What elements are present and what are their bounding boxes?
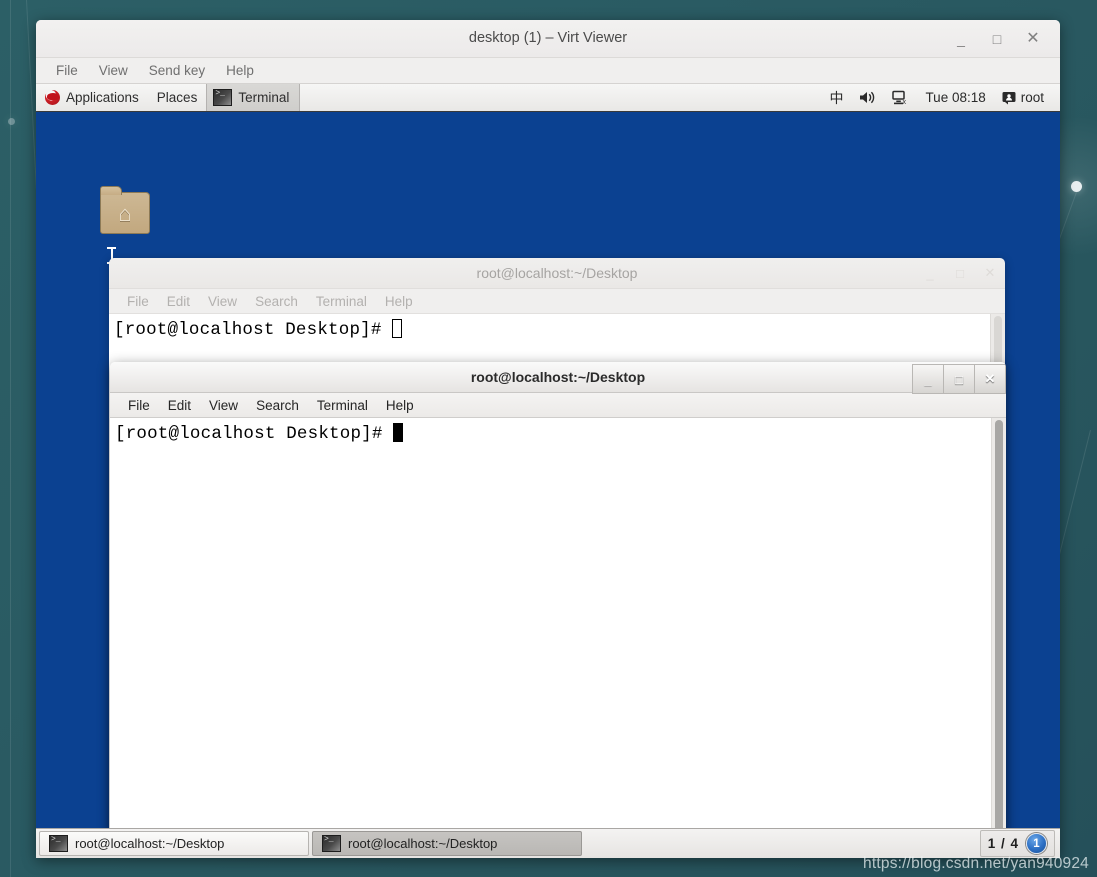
close-icon[interactable]: ✕ [975,258,1005,288]
taskbar-button-terminal-2[interactable]: root@localhost:~/Desktop [312,831,582,856]
svg-text:x: x [903,99,907,105]
taskbar-button-terminal-1[interactable]: root@localhost:~/Desktop [39,831,309,856]
desktop-icon-home-folder[interactable]: ⌂ [93,186,157,234]
guest-screen: Applications Places Terminal 中 [36,84,1060,858]
menu-view[interactable]: View [200,292,245,311]
workspace-indicator-label: 1 / 4 [987,836,1019,851]
terminal-bg-cursor [392,319,403,338]
menu-edit[interactable]: Edit [159,292,198,311]
menu-view[interactable]: View [91,61,136,80]
input-method-indicator[interactable]: 中 [823,84,849,111]
terminal-bg-title: root@localhost:~/Desktop [476,265,638,281]
user-icon [1002,91,1016,104]
virt-viewer-title: desktop (1) – Virt Viewer [468,30,628,46]
terminal-fg-cursor [393,423,404,442]
clock-label: Tue 08:18 [925,90,986,105]
menu-help[interactable]: Help [378,396,422,415]
virt-viewer-menubar: File View Send key Help [36,58,1060,84]
terminal-fg-prompt: [root@localhost Desktop]# [115,424,394,444]
terminal-window-foreground[interactable]: root@localhost:~/Desktop _ □ ✕ File Edit… [110,362,1006,858]
user-menu[interactable]: root [996,84,1050,111]
menu-file[interactable]: File [120,396,158,415]
virt-viewer-titlebar[interactable]: desktop (1) – Virt Viewer _ □ ✕ [36,20,1060,58]
taskbar-button-label: root@localhost:~/Desktop [348,836,498,851]
terminal-fg-titlebar[interactable]: root@localhost:~/Desktop _ □ ✕ [110,362,1006,394]
redhat-logo-icon [45,90,60,105]
panel-tray-group: 中 x Tue 08:18 root [823,84,1060,111]
network-disconnected-icon: x [892,90,907,105]
panel-window-button-terminal[interactable]: Terminal [206,84,301,111]
terminal-icon [49,835,68,852]
applications-menu-label: Applications [66,90,139,105]
terminal-icon [213,89,233,106]
menu-view[interactable]: View [201,396,246,415]
close-icon[interactable]: ✕ [1022,28,1044,50]
maximize-icon[interactable]: □ [986,28,1008,50]
maximize-icon[interactable]: □ [943,364,974,394]
wallpaper-dot [1071,181,1082,192]
terminal-fg-scrollthumb[interactable] [995,420,1003,850]
home-folder-icon: ⌂ [100,186,150,234]
taskbar-button-label: root@localhost:~/Desktop [75,836,225,851]
wallpaper-line [10,0,11,877]
gnome-top-panel: Applications Places Terminal 中 [36,84,1060,112]
terminal-bg-titlebar[interactable]: root@localhost:~/Desktop _ □ ✕ [109,258,1005,289]
terminal-fg-body[interactable]: [root@localhost Desktop]# [110,418,1006,858]
notification-badge[interactable]: 1 [1026,833,1047,854]
user-menu-label: root [1020,90,1044,105]
menu-send-key[interactable]: Send key [141,61,213,80]
menu-terminal[interactable]: Terminal [308,292,375,311]
virt-viewer-window: desktop (1) – Virt Viewer _ □ ✕ File Vie… [36,20,1060,858]
terminal-bg-window-controls: _ □ ✕ [915,258,1005,288]
terminal-bg-menubar: File Edit View Search Terminal Help [109,289,1005,314]
terminal-fg-title: root@localhost:~/Desktop [470,369,646,385]
wallpaper-dot [8,118,15,125]
minimize-icon[interactable]: _ [915,258,945,288]
menu-edit[interactable]: Edit [160,396,199,415]
gnome-taskbar: root@localhost:~/Desktop root@localhost:… [36,828,1060,858]
terminal-bg-prompt: [root@localhost Desktop]# [114,320,393,340]
terminal-fg-menubar: File Edit View Search Terminal Help [110,393,1006,418]
menu-search[interactable]: Search [248,396,307,415]
network-indicator[interactable]: x [886,84,915,111]
panel-left-group: Applications Places Terminal [36,84,301,111]
places-menu[interactable]: Places [148,84,207,111]
menu-help[interactable]: Help [218,61,262,80]
maximize-icon[interactable]: □ [945,258,975,288]
places-menu-label: Places [156,90,198,105]
ime-chinese-icon: 中 [829,90,844,107]
menu-file[interactable]: File [48,61,86,80]
minimize-icon[interactable]: _ [912,364,943,394]
menu-file[interactable]: File [119,292,157,311]
menu-help[interactable]: Help [377,292,421,311]
terminal-fg-window-controls: _ □ ✕ [912,364,1006,394]
minimize-icon[interactable]: _ [950,28,972,50]
workspace-switcher[interactable]: 1 / 4 1 [979,830,1055,857]
close-icon[interactable]: ✕ [974,364,1006,394]
panel-window-button-label: Terminal [238,90,290,105]
menu-search[interactable]: Search [247,292,306,311]
speaker-icon [860,91,875,104]
applications-menu[interactable]: Applications [36,84,148,111]
volume-indicator[interactable] [853,84,882,111]
terminal-fg-output[interactable]: [root@localhost Desktop]# [110,418,991,858]
home-glyph: ⌂ [118,200,132,226]
menu-terminal[interactable]: Terminal [309,396,376,415]
terminal-icon [322,835,341,852]
clock[interactable]: Tue 08:18 [919,84,991,111]
terminal-fg-scrollbar[interactable] [991,418,1006,858]
